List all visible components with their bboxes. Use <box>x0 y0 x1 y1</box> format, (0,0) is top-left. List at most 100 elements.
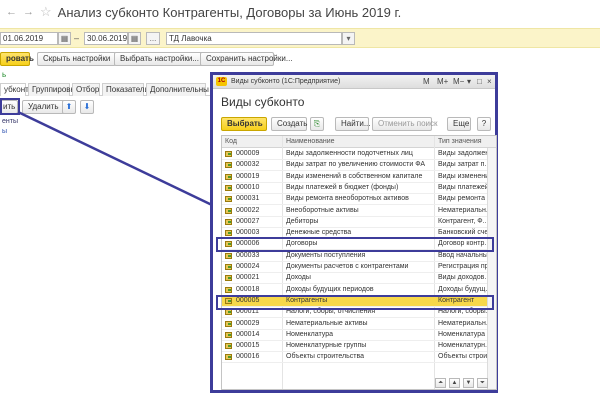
row-type: Нематериальн... <box>438 206 490 214</box>
highlight-frame-kontragenty <box>216 295 494 310</box>
catalog-item-icon <box>225 184 232 191</box>
row-name: Номенклатура <box>286 330 333 338</box>
row-code: 000021 <box>236 274 260 282</box>
row-name: Виды задолженности подотчетных лиц <box>286 150 413 157</box>
first-page-icon[interactable]: ⏶ <box>435 378 446 388</box>
catalog-item-icon <box>225 151 232 157</box>
row-code: 000031 <box>236 195 260 203</box>
table-row[interactable]: 000021 Доходы Виды доходов... <box>222 273 490 285</box>
subconto-types-table: Код Наименование Тип значения 000009 Виды… <box>221 135 497 390</box>
row-code: 000029 <box>236 319 260 327</box>
catalog-item-icon <box>225 230 232 237</box>
catalog-item-icon <box>225 196 232 203</box>
table-row[interactable]: 000027 Дебиторы Контрагент, Ф... <box>222 217 488 228</box>
catalog-item-icon <box>225 207 232 214</box>
row-name: Доходы будущих периодов <box>286 285 374 293</box>
row-type: Виды изменени... <box>438 172 490 180</box>
catalog-item-icon <box>225 275 232 282</box>
close-icon[interactable]: × <box>487 75 492 88</box>
row-name: Внеоборотные активы <box>286 206 359 214</box>
bookmark-mplus-icon[interactable]: M+ <box>437 75 448 88</box>
table-row[interactable]: 000031 Виды ремонта внеоборотных активов В… <box>222 194 490 206</box>
row-type: Номенклатурн... <box>438 342 490 350</box>
row-name: Нематериальные активы <box>286 319 368 327</box>
table-row[interactable]: 000016 Объекты строительства Объекты строи… <box>222 352 490 364</box>
more-button[interactable]: Еще <box>447 117 471 131</box>
table-row[interactable]: 000024 Документы расчетов с контрагентами… <box>222 262 490 273</box>
row-type: Виды задолжен... <box>438 150 490 157</box>
row-type: Регистрация пр... <box>438 263 490 270</box>
row-type: Виды доходов... <box>438 274 490 282</box>
dialog-titlebar: 1С Виды субконто (1С:Предприятие) M M+ M… <box>213 75 495 89</box>
page-down-icon[interactable]: ▼ <box>463 378 474 388</box>
row-code: 000009 <box>236 150 260 157</box>
table-row[interactable]: 000014 Номенклатура Номенклатура <box>222 330 488 341</box>
menu-chevron-icon[interactable]: ▾ <box>467 75 471 88</box>
row-type: Ввод начальны... <box>438 251 490 259</box>
table-row[interactable]: 000019 Виды изменений в собственном капит… <box>222 172 490 183</box>
copy-icon[interactable]: ⎘ <box>310 117 324 131</box>
table-header: Код Наименование Тип значения <box>222 136 496 148</box>
column-header-code[interactable]: Код <box>225 136 237 147</box>
create-button[interactable]: Создать <box>271 117 307 131</box>
row-name: Дебиторы <box>286 217 319 225</box>
row-code: 000018 <box>236 285 260 293</box>
page-up-icon[interactable]: ▲ <box>449 378 460 388</box>
row-code: 000024 <box>236 263 260 270</box>
bookmark-m-icon[interactable]: M <box>423 75 430 88</box>
catalog-item-icon <box>225 173 232 180</box>
row-type: Нематериальн... <box>438 319 490 327</box>
callout-line <box>17 110 213 207</box>
select-button[interactable]: Выбрать <box>221 117 267 131</box>
table-row[interactable]: 000015 Номенклатурные группы Номенклатурн.… <box>222 341 490 353</box>
bookmark-mminus-icon[interactable]: M− <box>453 75 464 88</box>
last-page-icon[interactable]: ⏷ <box>477 378 488 388</box>
row-type: Доходы будущ... <box>438 285 490 293</box>
table-row[interactable]: 000032 Виды затрат по увеличению стоимост… <box>222 160 490 172</box>
catalog-item-icon <box>225 162 232 169</box>
maximize-icon[interactable]: □ <box>477 75 482 88</box>
row-name: Документы поступления <box>286 251 366 259</box>
table-row[interactable]: 000033 Документы поступления Ввод начальны… <box>222 251 490 262</box>
catalog-item-icon <box>225 286 232 293</box>
row-code: 000019 <box>236 172 260 180</box>
help-button[interactable]: ? <box>477 117 491 131</box>
dialog-heading: Виды субконто <box>221 95 305 109</box>
row-code: 000032 <box>236 161 260 169</box>
row-name: Доходы <box>286 274 311 282</box>
dialog-window-title: Виды субконто (1С:Предприятие) <box>231 78 341 85</box>
row-type: Контрагент, Ф... <box>438 217 489 225</box>
catalog-item-icon <box>225 320 232 327</box>
row-name: Виды ремонта внеоборотных активов <box>286 195 409 203</box>
row-code: 000015 <box>236 342 260 350</box>
table-row[interactable]: 000010 Виды платежей в бюджет (фонды) Виды… <box>222 183 490 194</box>
table-row[interactable]: 000009 Виды задолженности подотчетных лиц… <box>222 149 490 160</box>
catalog-item-icon <box>225 309 232 316</box>
find-button[interactable]: Найти... <box>335 117 371 131</box>
row-code: 000010 <box>236 183 260 191</box>
row-type: Виды ремонта ... <box>438 195 490 203</box>
screen: ← → ☆ Анализ субконто Контрагенты, Догов… <box>0 0 600 400</box>
table-row[interactable]: 000018 Доходы будущих периодов Доходы буду… <box>222 285 490 296</box>
row-name: Объекты строительства <box>286 353 364 361</box>
table-row[interactable]: 000029 Нематериальные активы Нематериальн.… <box>222 319 490 330</box>
catalog-item-icon <box>225 264 232 270</box>
row-code: 000033 <box>236 251 260 259</box>
catalog-item-icon <box>225 354 232 361</box>
column-header-name[interactable]: Наименование <box>286 136 335 147</box>
row-name: Виды платежей в бюджет (фонды) <box>286 183 399 191</box>
vertical-scrollbar[interactable] <box>487 148 496 389</box>
table-row[interactable]: 000022 Внеоборотные активы Нематериальн... <box>222 206 490 217</box>
row-name: Документы расчетов с контрагентами <box>286 263 409 270</box>
catalog-item-icon <box>225 252 232 259</box>
cancel-search-button[interactable]: Отменить поиск <box>372 117 438 131</box>
row-code: 000016 <box>236 353 260 361</box>
row-code: 000027 <box>236 217 260 225</box>
column-header-type[interactable]: Тип значения <box>438 136 482 147</box>
1c-logo-icon: 1С <box>216 77 227 86</box>
catalog-item-icon <box>225 218 232 225</box>
subconto-types-dialog: 1С Виды субконто (1С:Предприятие) M M+ M… <box>210 72 498 393</box>
row-type: Объекты строи... <box>438 353 490 361</box>
catalog-item-icon <box>225 331 232 338</box>
highlight-frame-dogovory <box>216 237 494 252</box>
